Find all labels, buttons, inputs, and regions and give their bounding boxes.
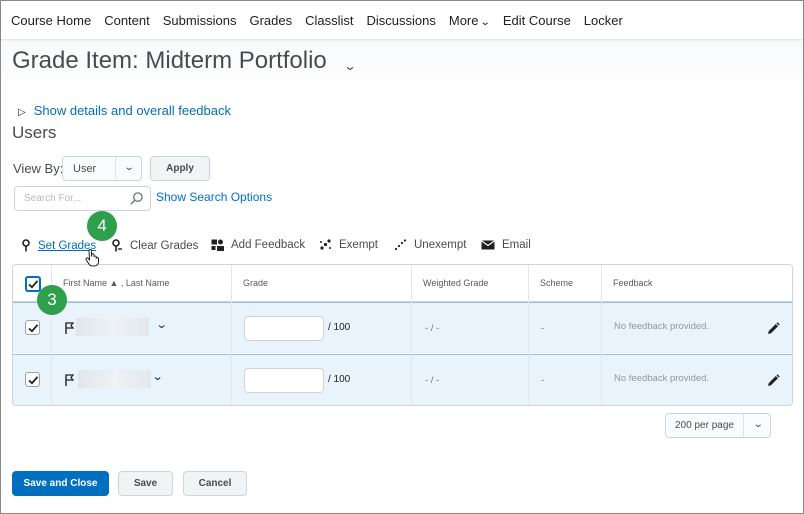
- pin-off-icon: [112, 239, 122, 252]
- search-input[interactable]: [16, 188, 124, 209]
- checkmark-icon: [28, 280, 39, 289]
- checkmark-icon: [28, 324, 39, 333]
- row-checkbox[interactable]: [25, 320, 40, 335]
- grade-input[interactable]: [244, 368, 324, 393]
- table-row: ⌄ / 100 - / - - No feedback provided.: [13, 302, 792, 353]
- clear-grades-button[interactable]: Clear Grades: [111, 239, 198, 252]
- select-divider: [743, 414, 744, 437]
- grades-grid: First Name ▲ , Last Name Grade Weighted …: [12, 264, 793, 406]
- flag-icon[interactable]: [65, 374, 75, 386]
- unexempt-icon: [394, 239, 407, 251]
- triangle-right-icon: ▷: [18, 107, 26, 118]
- nav-classlist[interactable]: Classlist: [305, 13, 353, 28]
- email-button[interactable]: Email: [481, 239, 531, 251]
- nav-submissions[interactable]: Submissions: [163, 13, 237, 28]
- show-details-link[interactable]: ▷ Show details and overall feedback: [18, 103, 231, 118]
- title-chevron-down-icon[interactable]: ⌄: [343, 59, 356, 73]
- search-icon[interactable]: [129, 191, 144, 206]
- nav-more[interactable]: More ⌄: [448, 12, 492, 28]
- cancel-button[interactable]: Cancel: [183, 471, 247, 496]
- weighted-grade-value: - / -: [425, 375, 440, 386]
- name-column-header[interactable]: First Name ▲ , Last Name: [63, 278, 169, 288]
- feedback-text: No feedback provided.: [614, 373, 710, 384]
- feedback-text: No feedback provided.: [614, 321, 710, 332]
- column-divider: [411, 265, 412, 405]
- select-divider: [115, 157, 116, 180]
- grade-max: / 100: [328, 374, 351, 385]
- save-and-close-button[interactable]: Save and Close: [12, 471, 109, 496]
- pin-icon: [22, 239, 30, 252]
- unexempt-button[interactable]: Unexempt: [394, 239, 466, 251]
- chevron-down-icon: ⌄: [123, 162, 135, 173]
- exempt-label: Exempt: [339, 239, 378, 251]
- exempt-icon: [320, 239, 331, 250]
- column-divider: [231, 265, 232, 405]
- add-feedback-button[interactable]: Add Feedback: [211, 239, 305, 251]
- grade-max: / 100: [328, 322, 351, 333]
- nav-course-home[interactable]: Course Home: [11, 13, 91, 28]
- page-title: Grade Item: Midterm Portfolio: [12, 47, 327, 74]
- nav-locker[interactable]: Locker: [584, 13, 623, 28]
- hand-cursor-icon: [85, 249, 99, 267]
- email-label: Email: [502, 239, 531, 251]
- nav-edit-course[interactable]: Edit Course: [503, 13, 571, 28]
- feedback-column-header: Feedback: [613, 278, 653, 288]
- step-badge-4: 4: [87, 211, 117, 241]
- per-page-value: 200 per page: [675, 420, 734, 431]
- nav-discussions[interactable]: Discussions: [367, 13, 436, 28]
- redacted-student-name: [76, 318, 149, 336]
- nav-more-label: More: [448, 12, 479, 28]
- pencil-icon[interactable]: [767, 374, 780, 387]
- nav-grades[interactable]: Grades: [249, 13, 292, 28]
- pencil-icon[interactable]: [767, 322, 780, 335]
- chevron-down-icon[interactable]: ⌄: [152, 370, 164, 383]
- scheme-value: -: [541, 375, 545, 386]
- chevron-down-icon: ⌄: [480, 16, 492, 28]
- select-all-checkbox[interactable]: [25, 276, 41, 292]
- row-checkbox[interactable]: [25, 372, 40, 387]
- unexempt-label: Unexempt: [414, 239, 467, 251]
- weighted-grade-column-header: Weighted Grade: [423, 278, 489, 288]
- chevron-down-icon[interactable]: ⌄: [156, 318, 168, 331]
- checkmark-icon: [28, 376, 39, 385]
- course-navbar: Course Home Content Submissions Grades C…: [1, 1, 803, 40]
- email-icon: [481, 240, 495, 250]
- redacted-student-name: [78, 370, 151, 388]
- show-details-label: Show details and overall feedback: [33, 103, 231, 118]
- feedback-icon: [211, 239, 224, 251]
- show-search-options-link[interactable]: Show Search Options: [156, 190, 272, 204]
- view-by-select[interactable]: User ⌄: [62, 156, 142, 181]
- exempt-button[interactable]: Exempt: [319, 239, 378, 251]
- view-by-label: View By:: [13, 161, 64, 176]
- search-box: [14, 186, 151, 211]
- grid-header-row: First Name ▲ , Last Name Grade Weighted …: [13, 265, 792, 302]
- scheme-value: -: [541, 323, 545, 334]
- column-divider: [601, 265, 602, 405]
- add-feedback-label: Add Feedback: [231, 239, 306, 251]
- view-by-value: User: [73, 163, 97, 175]
- users-heading: Users: [12, 123, 57, 142]
- step-badge-3: 3: [37, 285, 67, 315]
- nav-content[interactable]: Content: [104, 13, 150, 28]
- save-button[interactable]: Save: [118, 471, 173, 496]
- grade-column-header: Grade: [243, 278, 269, 288]
- column-divider: [528, 265, 529, 405]
- table-row: ⌄ / 100 - / - - No feedback provided.: [13, 354, 792, 405]
- scheme-column-header: Scheme: [540, 278, 574, 288]
- per-page-select[interactable]: 200 per page ⌄: [665, 413, 771, 438]
- apply-button[interactable]: Apply: [150, 156, 210, 181]
- clear-grades-label: Clear Grades: [130, 239, 199, 252]
- chevron-down-icon: ⌄: [752, 419, 764, 430]
- weighted-grade-value: - / -: [425, 323, 440, 334]
- grade-input[interactable]: [244, 316, 324, 341]
- flag-icon[interactable]: [65, 322, 75, 334]
